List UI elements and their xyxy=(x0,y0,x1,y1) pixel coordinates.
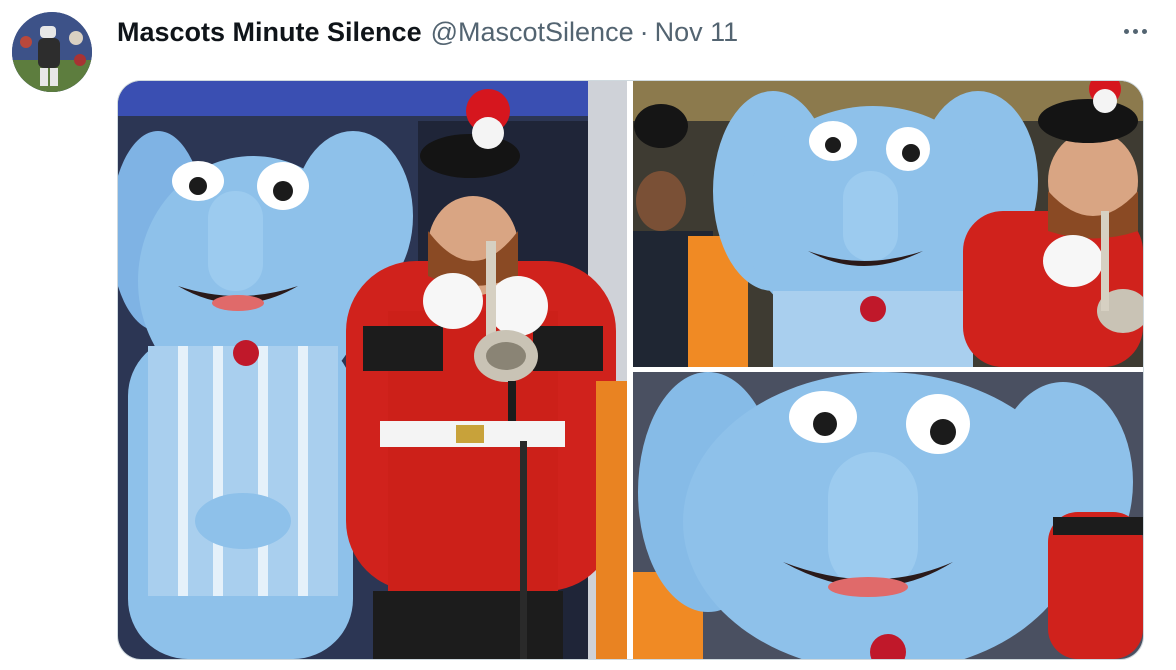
separator-dot: · xyxy=(639,16,649,47)
author-name[interactable]: Mascots Minute Silence xyxy=(117,17,422,48)
tweet-header: Mascots Minute Silence @MascotSilence · … xyxy=(117,14,738,50)
photo-elephant-face-closeup[interactable] xyxy=(633,372,1143,659)
author-handle[interactable]: @MascotSilence xyxy=(431,17,634,48)
photo-elephant-bugler-closeup[interactable] xyxy=(633,81,1143,367)
media-grid xyxy=(117,80,1144,660)
photo-bugler-elephant[interactable] xyxy=(118,81,627,659)
tweet-date[interactable]: Nov 11 xyxy=(655,17,739,48)
avatar[interactable] xyxy=(12,12,92,92)
more-horizontal-icon[interactable] xyxy=(1118,18,1154,46)
